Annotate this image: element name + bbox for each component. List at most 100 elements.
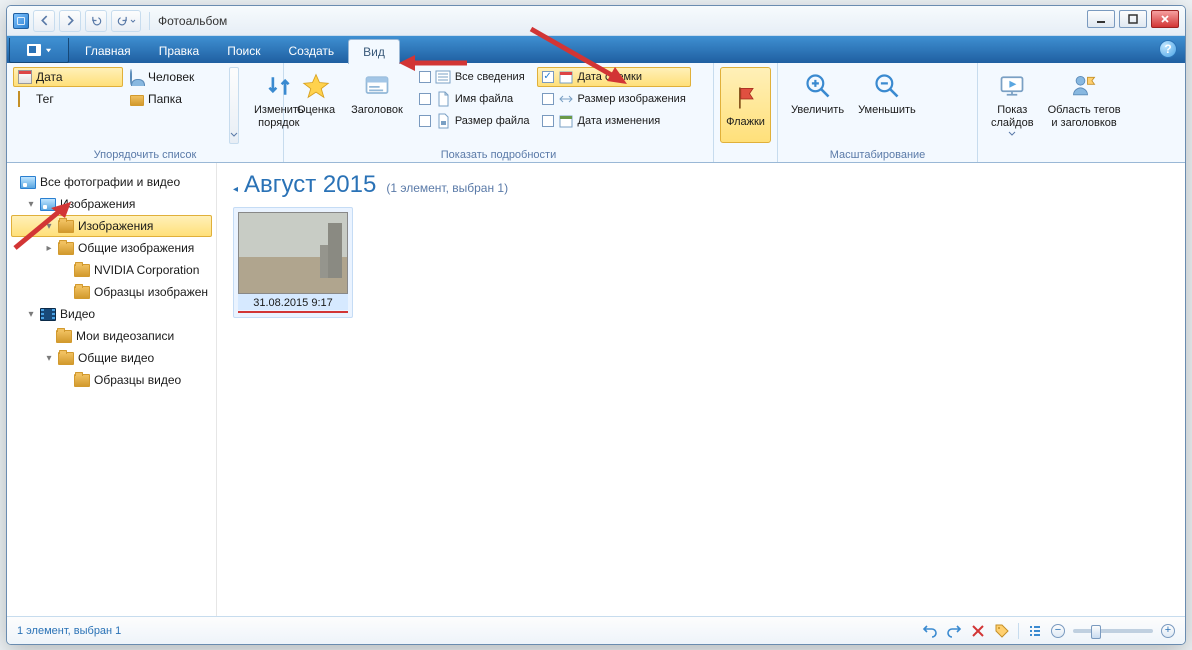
month-header[interactable]: ◂ Август 2015 (1 элемент, выбран 1) [233, 171, 1169, 199]
detail-date-modified-button[interactable]: Дата изменения [537, 111, 691, 131]
zoom-in-small-button[interactable]: + [1161, 624, 1175, 638]
slideshow-button[interactable]: Показ слайдов [984, 67, 1041, 144]
tree-images-sel-label: Изображения [78, 219, 153, 233]
detail-filename-button[interactable]: Имя файла [414, 89, 535, 109]
gallery-pane: ◂ Август 2015 (1 элемент, выбран 1) 31.0… [217, 163, 1185, 616]
zoom-in-label: Увеличить [791, 104, 844, 117]
detail-all-button[interactable]: Все сведения [414, 67, 535, 87]
arrange-by-date[interactable]: Дата [13, 67, 123, 87]
details-view-button[interactable] [1027, 623, 1043, 639]
caption-label: Заголовок [351, 104, 403, 117]
tab-create[interactable]: Создать [275, 38, 349, 63]
arrange-tag-label: Тег [36, 92, 54, 106]
tree-sample-images-label: Образцы изображен [94, 285, 208, 299]
tree-nvidia-label: NVIDIA Corporation [94, 263, 199, 277]
zoom-out-button[interactable]: Уменьшить [851, 67, 923, 144]
arrange-by-tag[interactable]: Тег [13, 89, 123, 109]
tag-button[interactable] [994, 623, 1010, 639]
group-label-details: Показать подробности [284, 149, 713, 161]
rotate-right-button[interactable] [946, 623, 962, 639]
tree-nvidia[interactable]: NVIDIA Corporation [11, 259, 212, 281]
checkbox-all [419, 71, 431, 83]
app-icon [13, 13, 29, 29]
statusbar: 1 элемент, выбран 1 − + [7, 616, 1185, 644]
detail-all-label: Все сведения [455, 71, 525, 83]
zoom-out-small-button[interactable]: − [1051, 624, 1065, 638]
rating-button[interactable]: Оценка [290, 67, 342, 144]
arrange-by-person[interactable]: Человек [125, 67, 225, 87]
flags-button[interactable]: Флажки [720, 67, 771, 143]
tree-my-video[interactable]: Мои видеозаписи [11, 325, 212, 347]
nav-back-button[interactable] [33, 10, 55, 32]
minimize-button[interactable] [1087, 10, 1115, 28]
detail-date-taken-button[interactable]: Дата съемки [537, 67, 691, 87]
filesize-icon [435, 113, 451, 129]
tree-images[interactable]: ▾ Изображения [11, 193, 212, 215]
checkbox-filename [419, 93, 431, 105]
images-icon [40, 198, 56, 211]
tab-view[interactable]: Вид [348, 39, 400, 64]
thumbnail-item[interactable]: 31.08.2015 9:17 [233, 207, 353, 318]
detail-filesize-button[interactable]: Размер файла [414, 111, 535, 131]
detail-date-modified-label: Дата изменения [578, 115, 661, 127]
tree-sample-video[interactable]: Образцы видео [11, 369, 212, 391]
tag-area-button[interactable]: Область тегов и заголовков [1041, 67, 1128, 144]
folder-icon [56, 330, 72, 343]
folder-icon [74, 286, 90, 299]
arrange-date-label: Дата [36, 70, 63, 84]
zoom-in-icon [802, 70, 834, 102]
ribbon: Дата Человек Тег Папка Изменить поря [7, 63, 1185, 163]
content-area: Все фотографии и видео ▾ Изображения ▾ И… [7, 163, 1185, 616]
tree-public-images[interactable]: ▸ Общие изображения [11, 237, 212, 259]
chevron-down-icon [1008, 131, 1016, 137]
file-menu-button[interactable] [9, 38, 69, 63]
expand-icon: ▾ [26, 199, 36, 210]
group-label-arrange: Упорядочить список [7, 149, 283, 161]
detail-dimensions-button[interactable]: Размер изображения [537, 89, 691, 109]
checkbox-date-taken [542, 71, 554, 83]
tree-public-video[interactable]: ▾ Общие видео [11, 347, 212, 369]
expand-icon: ▾ [26, 309, 36, 320]
detail-filename-label: Имя файла [455, 93, 513, 105]
close-button[interactable] [1151, 10, 1179, 28]
tree-video-label: Видео [60, 307, 95, 321]
redo-button[interactable] [111, 10, 141, 32]
undo-button[interactable] [85, 10, 107, 32]
caption-button[interactable]: Заголовок [344, 67, 410, 144]
nav-forward-button[interactable] [59, 10, 81, 32]
tree-video[interactable]: ▾ Видео [11, 303, 212, 325]
folder-icon [74, 374, 90, 387]
arrange-more-button[interactable] [229, 67, 239, 144]
calendar-icon [18, 70, 32, 84]
tree-sample-images[interactable]: Образцы изображен [11, 281, 212, 303]
ribbon-group-details: Оценка Заголовок Все сведения Имя файла [284, 63, 714, 162]
help-button[interactable]: ? [1159, 40, 1177, 58]
tree-images-selected[interactable]: ▾ Изображения [11, 215, 212, 237]
dimensions-icon [558, 91, 574, 107]
maximize-button[interactable] [1119, 10, 1147, 28]
tree-my-video-label: Мои видеозаписи [76, 329, 174, 343]
tree-all[interactable]: Все фотографии и видео [11, 171, 212, 193]
arrange-by-folder[interactable]: Папка [125, 89, 225, 109]
delete-button[interactable] [970, 623, 986, 639]
tab-main[interactable]: Главная [71, 38, 145, 63]
folder-icon [58, 242, 74, 255]
zoom-in-button[interactable]: Увеличить [784, 67, 851, 144]
folder-icon [58, 220, 74, 233]
tab-search[interactable]: Поиск [213, 38, 274, 63]
annotation-underline [238, 311, 348, 313]
status-text: 1 элемент, выбран 1 [17, 625, 121, 637]
ribbon-group-arrange: Дата Человек Тег Папка Изменить поря [7, 63, 284, 162]
flag-icon [730, 82, 762, 114]
zoom-slider[interactable] [1073, 629, 1153, 633]
slideshow-icon [996, 70, 1028, 102]
thumbnail-image [238, 212, 348, 294]
rotate-left-button[interactable] [922, 623, 938, 639]
tag-icon [18, 92, 32, 106]
slideshow-label: Показ слайдов [991, 104, 1034, 129]
tab-edit[interactable]: Правка [145, 38, 214, 63]
thumbnail-caption: 31.08.2015 9:17 [238, 294, 348, 310]
flags-label: Флажки [726, 116, 765, 129]
group-label-zoom: Масштабирование [778, 149, 977, 161]
caption-icon [361, 70, 393, 102]
